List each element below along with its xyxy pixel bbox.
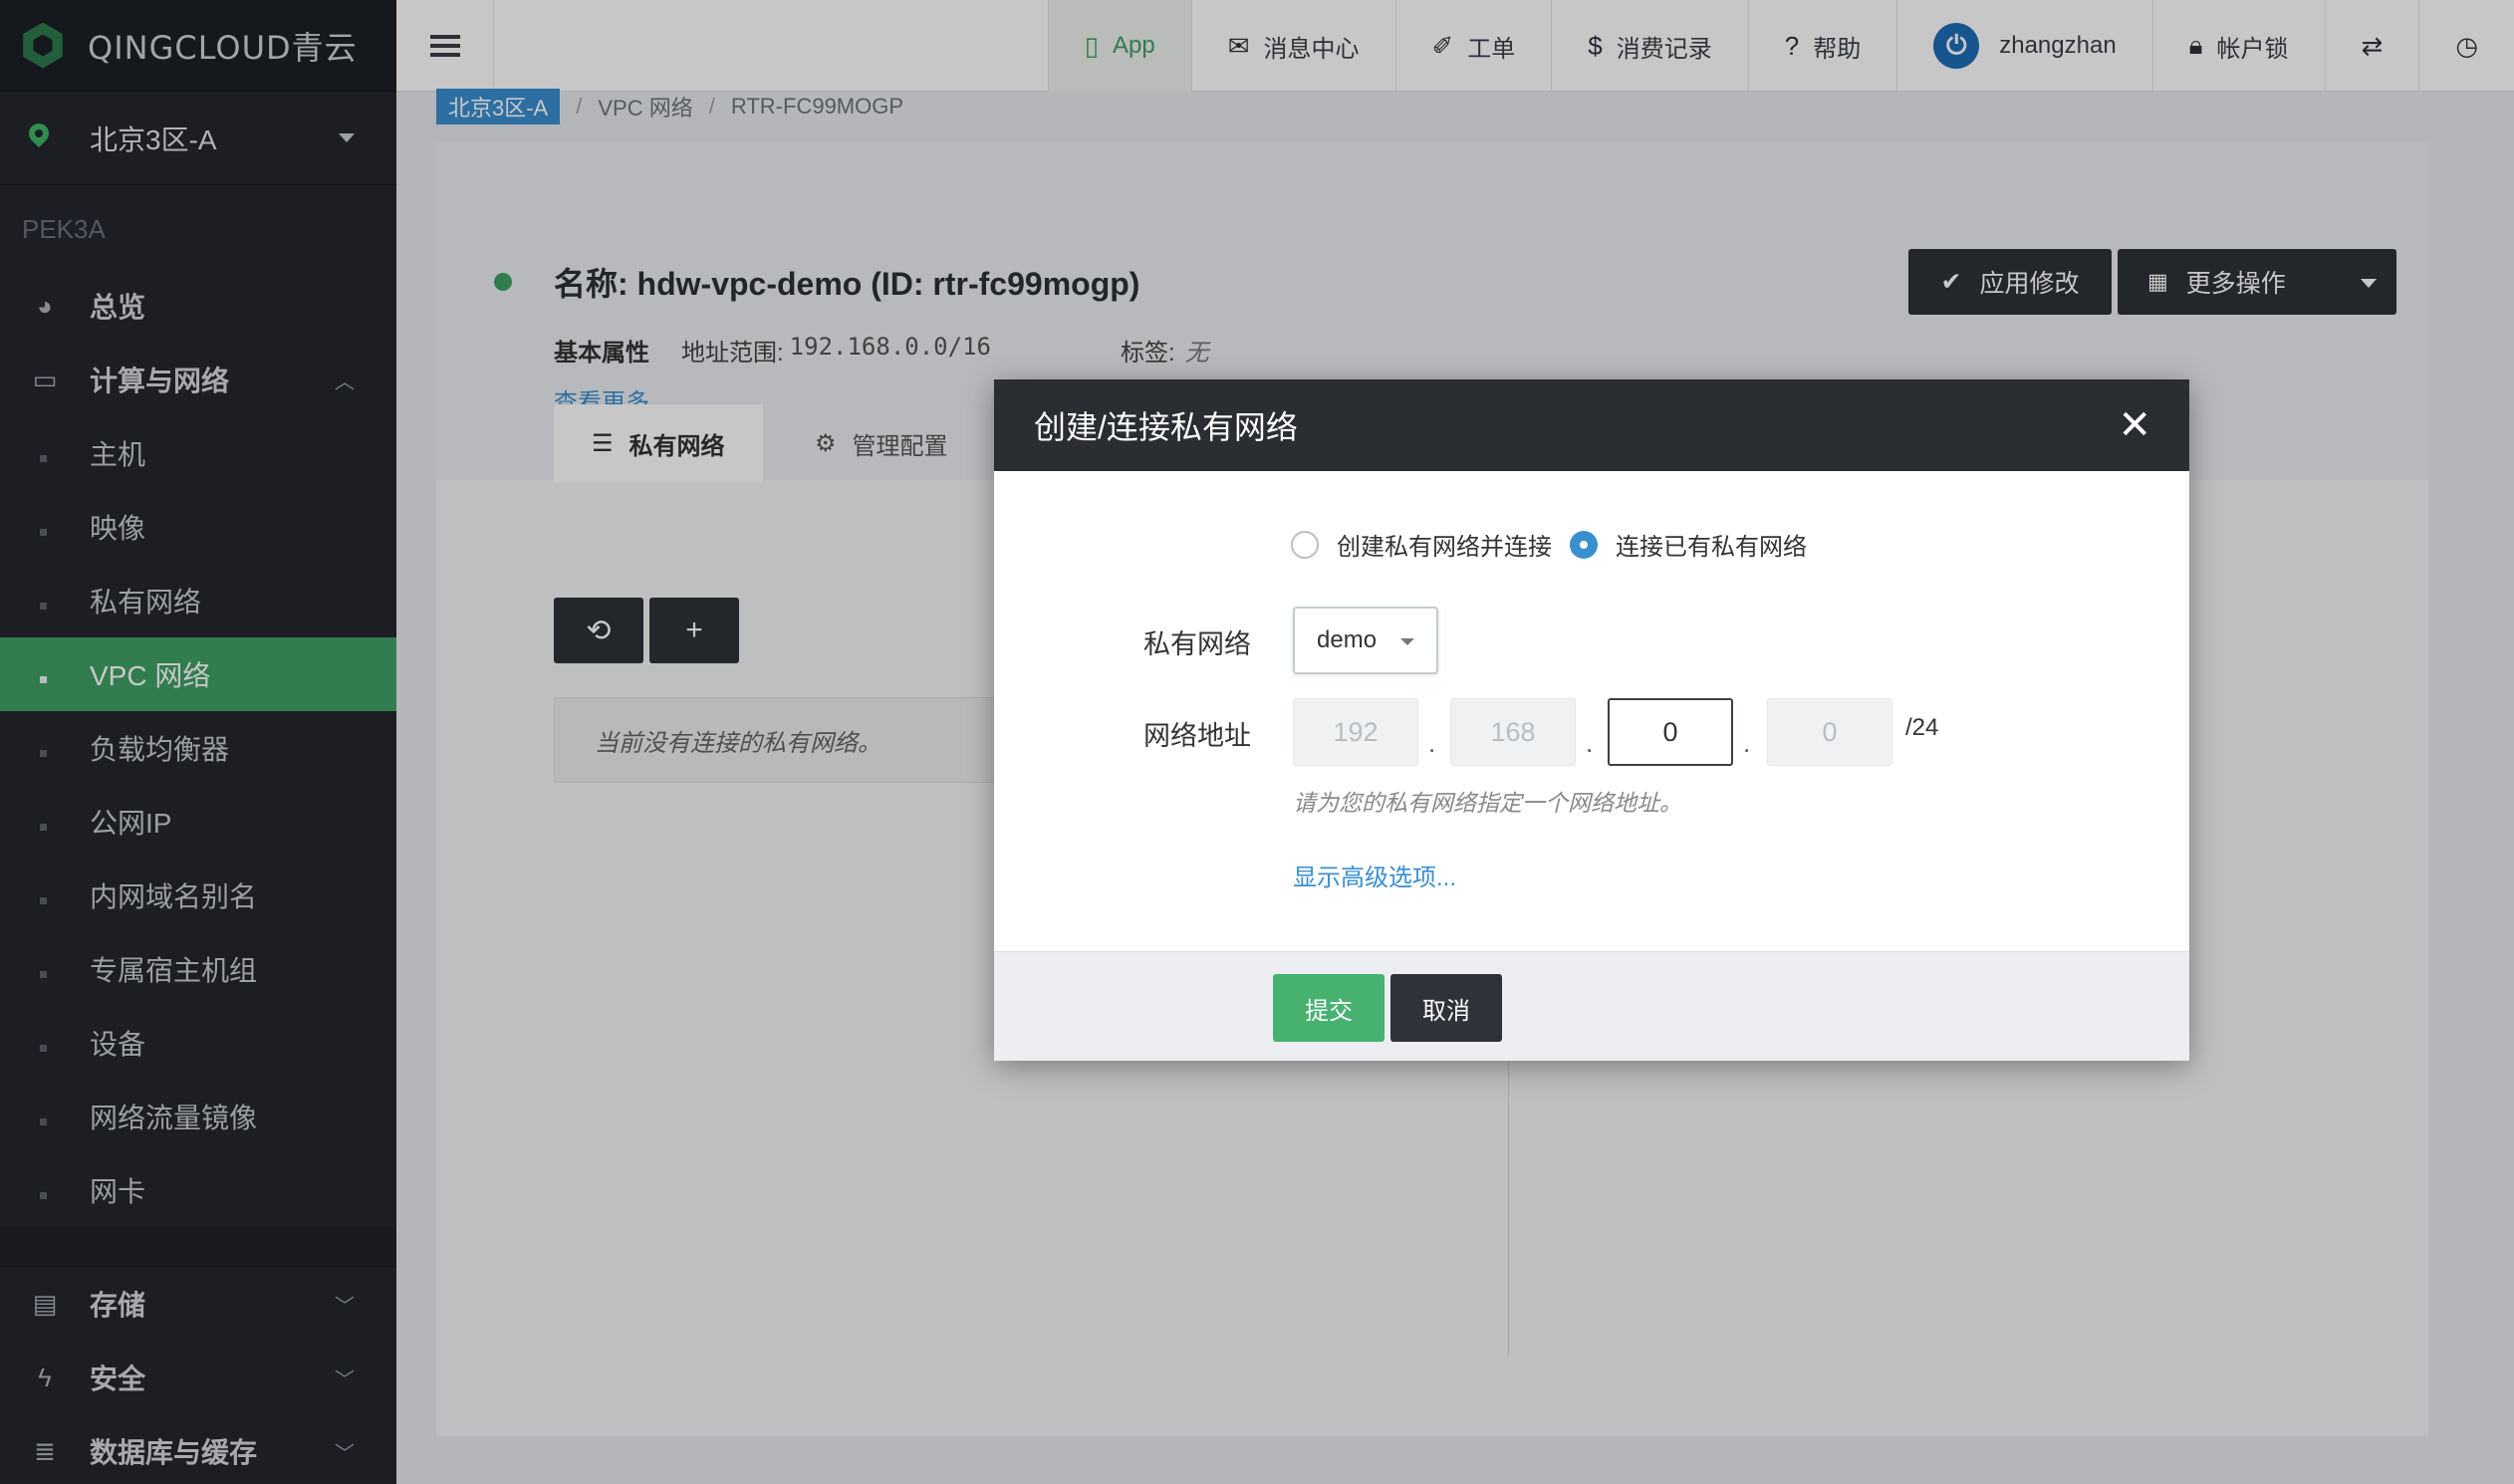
vxnet-select-value: demo xyxy=(1317,626,1378,653)
radio-create[interactable] xyxy=(1291,530,1319,559)
radio-connect[interactable] xyxy=(1570,530,1598,559)
radio-create-label[interactable]: 创建私有网络并连接 xyxy=(1337,527,1552,562)
vxnet-select[interactable]: demo xyxy=(1293,607,1438,674)
chevron-down-icon xyxy=(1400,638,1414,645)
addr-hint: 请为您的私有网络指定一个网络地址。 xyxy=(1293,790,1682,816)
dialog-title: 创建/连接私有网络 xyxy=(1034,409,1298,445)
submit-button[interactable]: 提交 xyxy=(1273,974,1384,1042)
vxnet-field-label: 私有网络 xyxy=(1143,629,1251,659)
ip-dot: . xyxy=(1428,728,1436,758)
connect-vxnet-dialog: 创建/连接私有网络 ✕ 创建私有网络并连接 连接已有私有网络 私有网络 demo… xyxy=(994,379,2189,1061)
radio-connect-label[interactable]: 连接已有私有网络 xyxy=(1616,527,1807,562)
ip-octet-3-input[interactable]: 0 xyxy=(1608,698,1733,766)
ip-octet-4: 0 xyxy=(1767,698,1892,766)
advanced-options-link[interactable]: 显示高级选项... xyxy=(1293,858,1456,892)
ip-octet-2: 168 xyxy=(1450,698,1576,766)
dialog-header: 创建/连接私有网络 ✕ xyxy=(994,379,2189,471)
ip-dot: . xyxy=(1586,728,1594,758)
mode-radio-group: 创建私有网络并连接 连接已有私有网络 xyxy=(1291,527,1807,562)
dialog-footer: 提交 取消 xyxy=(994,951,2189,1061)
ip-dot: . xyxy=(1743,728,1751,758)
cidr-suffix: /24 xyxy=(1905,714,1939,741)
addr-field-label: 网络地址 xyxy=(1143,721,1251,751)
close-icon[interactable]: ✕ xyxy=(2118,405,2151,445)
ip-octet-1: 192 xyxy=(1293,698,1418,766)
cancel-button[interactable]: 取消 xyxy=(1390,974,1502,1042)
